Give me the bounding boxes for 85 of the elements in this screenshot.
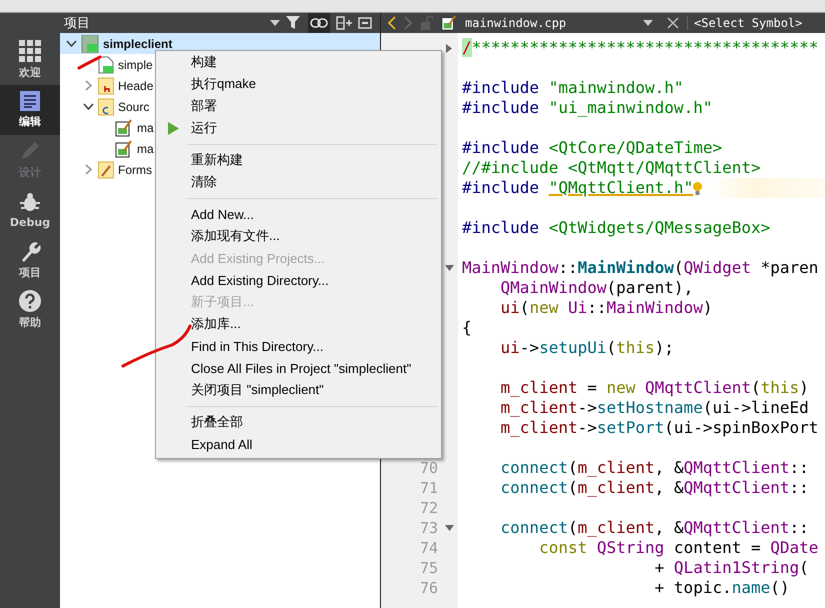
code-line: const QString content = QDate	[538, 538, 818, 558]
menu-item[interactable]: 添加现有文件...	[191, 227, 280, 245]
symbol-selector[interactable]: <Select Symbol>	[687, 16, 802, 30]
line-number: 72	[420, 499, 438, 517]
code-line: m_client = new QMqttClient(this)	[500, 378, 809, 398]
code-line: MainWindow::MainWindow(QWidget *paren	[462, 258, 818, 278]
line-number: 70	[420, 459, 438, 477]
fold-marker-icon[interactable]	[444, 525, 454, 531]
source-file-icon	[115, 140, 133, 158]
line-number: 75	[420, 559, 438, 577]
menu-item[interactable]: 添加库...	[191, 315, 241, 333]
wrench-icon	[19, 240, 41, 262]
fold-marker-icon[interactable]	[446, 44, 452, 52]
source-file-icon	[441, 15, 457, 31]
file-name[interactable]: mainwindow.cpp	[465, 16, 635, 30]
qt-file-icon	[98, 56, 114, 74]
code-line: #include <QtWidgets/QMessageBox>	[462, 218, 770, 238]
line-number: 73	[420, 519, 438, 537]
mode-button[interactable]: 编辑	[0, 85, 60, 135]
bug-icon	[19, 191, 41, 213]
code-line: m_client->setPort(ui->spinBoxPort	[500, 418, 818, 438]
link-icon[interactable]	[308, 13, 330, 33]
tree-item[interactable]: Sourc	[60, 96, 152, 117]
help-icon	[19, 290, 41, 312]
code-line: QMainWindow(parent),	[500, 278, 694, 298]
grid-icon	[19, 40, 41, 62]
code-line: /************************************	[462, 38, 818, 58]
code-line: //#include <QtMqtt/QMqttClient>	[462, 158, 761, 178]
mode-button[interactable]: 项目	[0, 235, 60, 285]
tree-item[interactable]: ma	[60, 138, 156, 159]
tree-item[interactable]: ma	[60, 117, 156, 138]
code-line: #include "QMqttClient.h"	[462, 178, 694, 198]
pencil-icon	[19, 140, 41, 162]
mode-button[interactable]: 欢迎	[0, 35, 60, 85]
menu-item[interactable]: 执行qmake	[191, 75, 256, 93]
tree-item[interactable]: Forms	[60, 159, 154, 180]
code-line: {	[462, 318, 472, 338]
split-icon[interactable]	[336, 16, 352, 30]
code-line: + topic.name()	[654, 578, 790, 598]
menu-item[interactable]: 部署	[191, 97, 217, 115]
tree-item[interactable]: Heade	[60, 75, 156, 96]
lightbulb-icon[interactable]	[693, 182, 702, 194]
mode-button[interactable]: 帮助	[0, 285, 60, 335]
line-number: 74	[420, 539, 438, 557]
menu-item[interactable]: Add Existing Directory...	[191, 272, 329, 288]
filter-icon[interactable]	[286, 16, 302, 30]
code-line: connect(m_client, &QMqttClient::	[500, 518, 809, 538]
menu-item[interactable]: 运行	[191, 119, 217, 137]
close-icon[interactable]	[667, 17, 679, 29]
code-line: m_client->setHostname(ui->lineEd	[500, 398, 809, 418]
menu-item[interactable]: Add New...	[191, 206, 254, 222]
collapse-icon[interactable]	[358, 17, 372, 29]
form-folder-icon	[98, 160, 114, 178]
menu-item[interactable]: 关闭项目 "simpleclient"	[191, 381, 324, 399]
document-icon	[20, 91, 40, 111]
pen-stroke	[122, 324, 192, 368]
project-icon	[81, 34, 99, 52]
dropdown-arrow-icon[interactable]	[643, 20, 653, 26]
code-line: ui->setupUi(this);	[500, 338, 674, 358]
code-line: connect(m_client, &QMqttClient::	[500, 458, 809, 478]
mode-button[interactable]: Debug	[0, 185, 60, 235]
header-folder-icon	[98, 76, 114, 94]
menu-item[interactable]: 清除	[191, 173, 217, 191]
dropdown-arrow-icon[interactable]	[270, 20, 280, 26]
menu-item[interactable]: 构建	[191, 53, 217, 71]
code-line: connect(m_client, &QMqttClient::	[500, 478, 809, 498]
menu-item[interactable]: 重新构建	[191, 151, 243, 169]
line-number: 76	[420, 579, 438, 597]
code-line: + QLatin1String(	[654, 558, 809, 578]
line-number: 71	[420, 479, 438, 497]
tree-item[interactable]: simple	[60, 54, 155, 75]
pen-stroke	[78, 56, 102, 70]
code-line: #include <QtCore/QDateTime>	[462, 138, 722, 158]
fold-marker-icon[interactable]	[444, 265, 454, 271]
menu-item[interactable]: Close All Files in Project "simpleclient"	[191, 360, 412, 376]
menu-item[interactable]: 折叠全部	[191, 413, 243, 431]
source-folder-icon	[98, 98, 114, 116]
panel-title: 项目	[64, 15, 91, 32]
menu-item[interactable]: Find in This Directory...	[191, 338, 324, 354]
code-line: ui(new Ui::MainWindow)	[500, 298, 712, 318]
menu-item[interactable]: Expand All	[191, 436, 252, 452]
run-icon	[168, 122, 179, 134]
source-file-icon	[115, 118, 133, 136]
code-line: #include "ui_mainwindow.h"	[462, 98, 712, 118]
code-line: #include "mainwindow.h"	[462, 78, 684, 98]
